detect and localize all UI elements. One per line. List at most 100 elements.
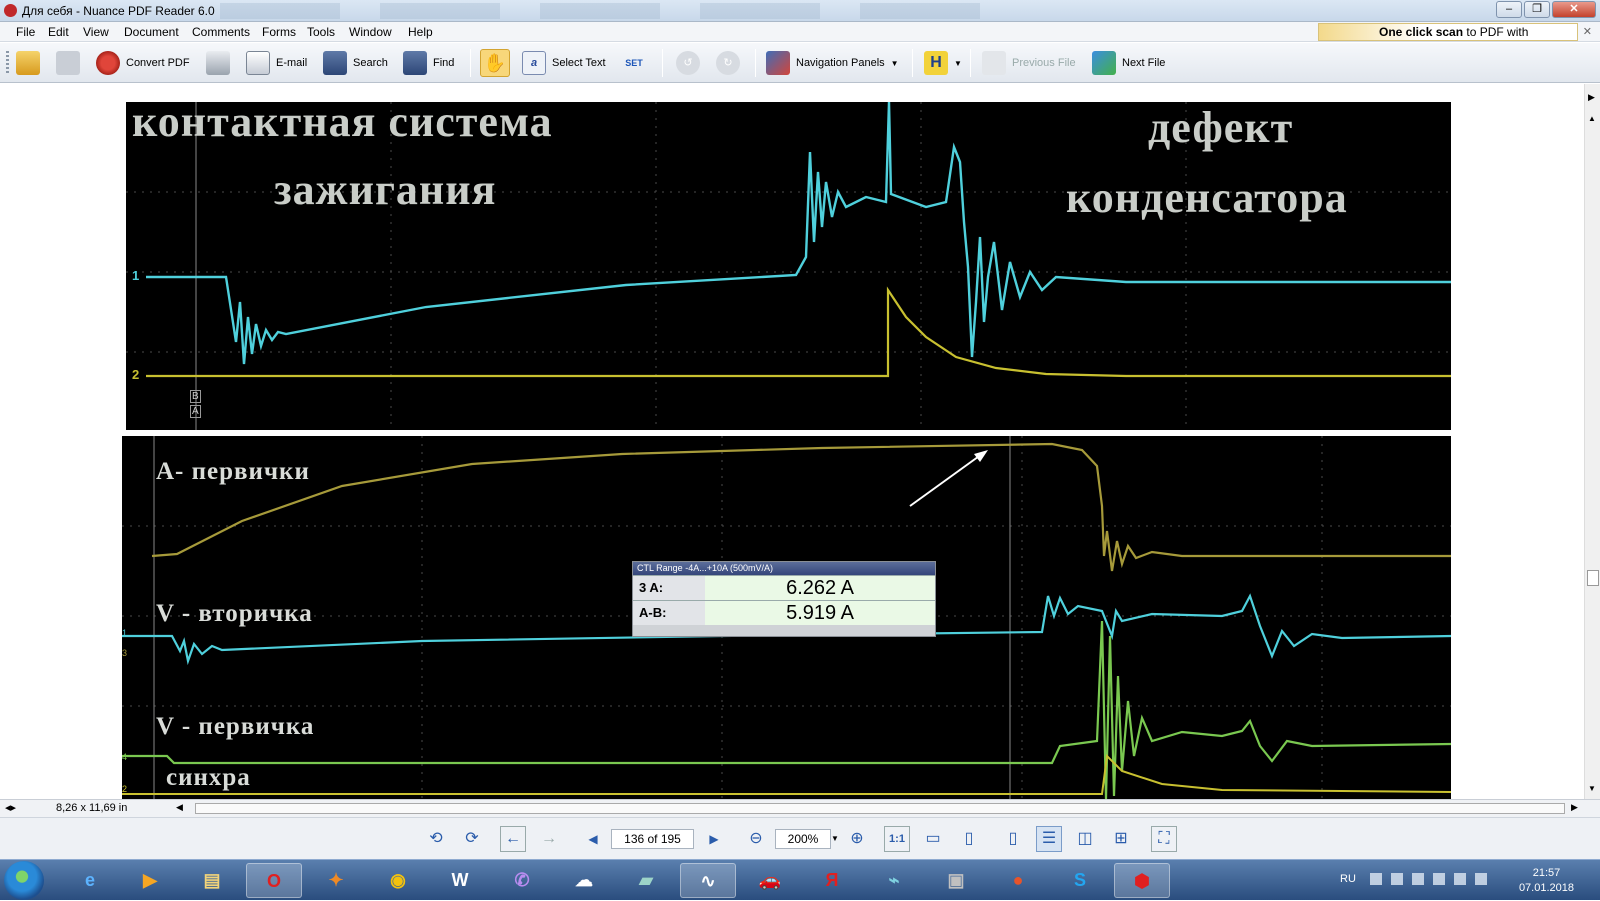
flame-taskbar-icon[interactable]: ● — [990, 863, 1046, 898]
notes-taskbar-icon[interactable]: ▰ — [618, 863, 674, 898]
forward-icon[interactable]: → — [536, 826, 562, 852]
zoom-input[interactable]: 200% — [775, 829, 831, 849]
search-button[interactable]: Search — [323, 49, 388, 77]
viber-taskbar-icon[interactable]: ✆ — [494, 863, 550, 898]
explorer-taskbar-icon[interactable]: ▤ — [184, 863, 240, 898]
find-button[interactable]: Find — [403, 49, 454, 77]
scroll-left-icon[interactable]: ◀ — [176, 802, 183, 813]
device-taskbar-icon[interactable]: ▣ — [928, 863, 984, 898]
cursor-row: A-B: 5.919 A — [633, 600, 935, 625]
convert-pdf-button[interactable]: Convert PDF — [96, 49, 190, 77]
split-icon[interactable]: ◂▸ — [5, 801, 16, 814]
channel-3-marker-low: 3 — [122, 648, 128, 658]
facing-continuous-icon[interactable]: ⊞ — [1108, 826, 1134, 852]
email-button[interactable]: E-mail — [246, 49, 307, 77]
menu-tools[interactable]: Tools — [307, 25, 335, 39]
hand-tool-button[interactable]: ✋ — [480, 49, 510, 77]
fit-width-icon[interactable]: ▯ — [956, 826, 982, 852]
top-title-right-2: конденсатора — [1066, 173, 1348, 222]
scroll-down-icon[interactable]: ▼ — [1588, 784, 1596, 793]
start-button[interactable] — [4, 861, 44, 900]
next-page-icon[interactable]: ▶ — [701, 826, 727, 852]
undo-button[interactable]: ↺ — [676, 49, 700, 77]
previous-file-button[interactable]: Previous File — [982, 49, 1076, 77]
vertical-scrollbar[interactable]: ▶ ▲ ▼ — [1584, 84, 1600, 799]
highlight-button[interactable]: H ▼ — [924, 49, 962, 77]
clock[interactable]: 21:57 07.01.2018 — [1519, 866, 1574, 896]
fit-page-icon[interactable]: ▭ — [920, 826, 946, 852]
restore-button[interactable]: ❐ — [1524, 1, 1550, 18]
menu-file[interactable]: File — [16, 25, 35, 39]
menu-comments[interactable]: Comments — [192, 25, 250, 39]
document-viewer[interactable]: контактная система зажигания дефект конд… — [0, 84, 1584, 799]
single-page-icon[interactable]: ▯ — [1000, 826, 1026, 852]
close-button[interactable]: ✕ — [1552, 1, 1596, 18]
channel-1-marker-low: 1 — [122, 628, 128, 638]
vertical-scroll-thumb[interactable] — [1587, 570, 1599, 586]
word-taskbar-icon[interactable]: W — [432, 863, 488, 898]
set-icon: SET — [625, 58, 643, 68]
actual-size-icon[interactable]: 1:1 — [884, 826, 910, 852]
rotate-right-icon[interactable]: ⟳ — [459, 826, 485, 852]
toolbar-separator — [970, 49, 971, 77]
network-icon[interactable] — [1391, 873, 1403, 885]
power-icon[interactable] — [1433, 873, 1445, 885]
volume-icon[interactable] — [1454, 873, 1466, 885]
cloud-taskbar-icon[interactable]: ☁ — [556, 863, 612, 898]
back-icon[interactable]: ← — [500, 826, 526, 852]
toolbar-grip[interactable] — [6, 51, 9, 75]
scope-taskbar-icon[interactable]: ∿ — [680, 863, 736, 898]
next-file-button[interactable]: Next File — [1092, 49, 1165, 77]
panels-icon — [766, 51, 790, 75]
office-taskbar-icon[interactable]: ✦ — [308, 863, 364, 898]
rotate-left-icon[interactable]: ⟲ — [423, 826, 449, 852]
redo-button[interactable]: ↻ — [716, 49, 740, 77]
menu-forms[interactable]: Forms — [262, 25, 296, 39]
select-text-button[interactable]: a Select Text — [522, 49, 606, 77]
media-taskbar-icon[interactable]: ▶ — [122, 863, 178, 898]
menu-help[interactable]: Help — [408, 25, 433, 39]
menu-document[interactable]: Document — [124, 25, 179, 39]
chrome-taskbar-icon[interactable]: ◉ — [370, 863, 426, 898]
yandex-taskbar-icon[interactable]: Я — [804, 863, 860, 898]
full-screen-icon[interactable]: ⛶ — [1151, 826, 1177, 852]
ie-taskbar-icon[interactable]: e — [62, 863, 118, 898]
page-number-input[interactable]: 136 of 195 — [611, 829, 694, 849]
oscilloscope-taskbar-icon[interactable]: ⌁ — [866, 863, 922, 898]
navigation-panels-button[interactable]: Navigation Panels ▼ — [766, 49, 899, 77]
save-button[interactable] — [56, 49, 80, 77]
car-taskbar-icon[interactable]: 🚗 — [742, 863, 798, 898]
print-button[interactable] — [206, 49, 230, 77]
zoom-out-icon[interactable]: ⊖ — [743, 826, 769, 852]
facing-icon[interactable]: ◫ — [1072, 826, 1098, 852]
set-button[interactable]: SET — [622, 49, 646, 77]
promo-close-icon[interactable]: ✕ — [1583, 25, 1592, 38]
pdf-reader-taskbar-icon[interactable]: ⬢ — [1114, 863, 1170, 898]
top-title-right-1: дефект — [1148, 103, 1294, 152]
minimize-button[interactable]: – — [1496, 1, 1522, 18]
zoom-dropdown-icon[interactable]: ▼ — [831, 834, 839, 843]
language-indicator[interactable]: RU — [1340, 873, 1356, 885]
flag-icon[interactable] — [1412, 873, 1424, 885]
menu-window[interactable]: Window — [349, 25, 392, 39]
label-primary-current: А- первички — [156, 458, 310, 485]
open-button[interactable] — [16, 49, 40, 77]
skype-taskbar-icon[interactable]: S — [1052, 863, 1108, 898]
title-bar: Для себя - Nuance PDF Reader 6.0 – ❐ ✕ — [0, 0, 1600, 22]
menu-edit[interactable]: Edit — [48, 25, 69, 39]
highlight-icon: H — [924, 51, 948, 75]
previous-page-icon[interactable]: ◀ — [580, 826, 606, 852]
opera-taskbar-icon[interactable]: O — [246, 863, 302, 898]
toolbar-separator — [470, 49, 471, 77]
scroll-arrow-right-icon[interactable]: ▶ — [1588, 92, 1595, 103]
continuous-icon[interactable]: ☰ — [1036, 826, 1062, 852]
zoom-in-icon[interactable]: ⊕ — [844, 826, 870, 852]
scroll-right-icon[interactable]: ▶ — [1571, 802, 1578, 813]
scan-promo-banner[interactable]: One click scan to PDF with — [1318, 23, 1578, 41]
menu-view[interactable]: View — [83, 25, 109, 39]
tray-arrow-icon[interactable] — [1370, 873, 1382, 885]
scroll-up-icon[interactable]: ▲ — [1588, 114, 1596, 123]
channel-1-marker: 1 — [132, 268, 140, 283]
horizontal-scrollbar[interactable] — [195, 803, 1565, 814]
cloud-sync-icon[interactable] — [1475, 873, 1487, 885]
